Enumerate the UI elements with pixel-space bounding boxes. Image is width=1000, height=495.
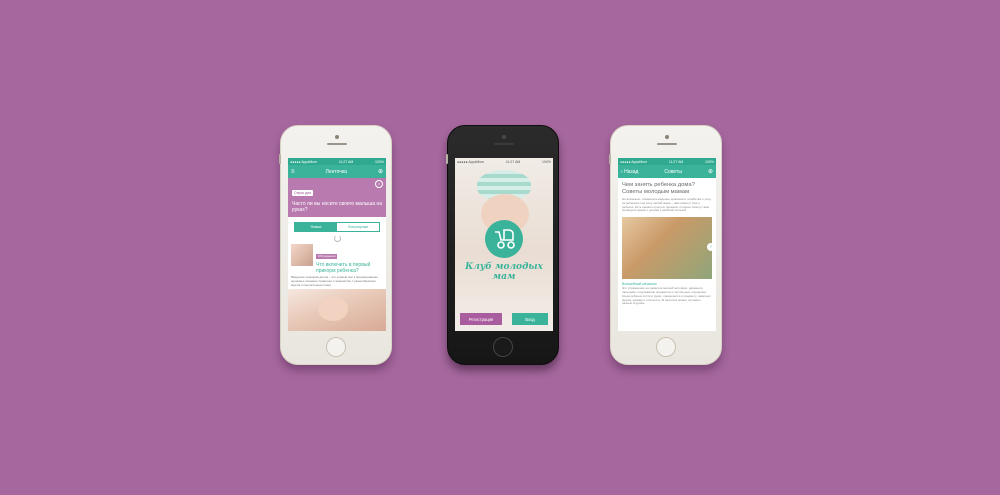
chevron-left-icon: ‹	[621, 168, 623, 175]
article-title[interactable]: Что включить в первый прикорм ребенка?	[316, 262, 383, 274]
time: 11:27 AM	[505, 159, 521, 164]
login-button[interactable]: Вход	[512, 313, 548, 325]
phone-feed: ●●●●● AppsMum 11:27 AM 100% ≡ Ленточка ⊕…	[279, 125, 392, 365]
front-camera	[665, 135, 669, 139]
speaker	[657, 143, 677, 145]
nav-title: Советы	[664, 168, 682, 175]
segmented-control: Новые Популярные	[294, 222, 380, 232]
battery: 100%	[375, 159, 384, 164]
front-camera	[335, 135, 339, 139]
menu-icon[interactable]: ≡	[291, 169, 295, 175]
phone-splash: ●●●●● AppsMum 11:27 AM 100% Клуб молодых…	[446, 125, 559, 365]
article-card[interactable]: Обсуждения Что включить в первый прикорм…	[288, 244, 386, 274]
battery: 100%	[705, 159, 714, 164]
home-button[interactable]	[493, 337, 513, 357]
close-icon[interactable]: ×	[375, 180, 383, 188]
time: 11:27 AM	[338, 159, 354, 164]
app-logo-text: Клуб молодых мам	[455, 262, 553, 282]
register-button[interactable]: Регистрация	[460, 313, 502, 325]
phone-tips: ●●●●● AppsMum 11:27 AM 100% ‹ Назад Сове…	[609, 125, 722, 365]
speaker	[494, 143, 514, 145]
poll-question: Часто ли вы носите своего малыша на рука…	[292, 201, 382, 213]
home-button[interactable]	[326, 337, 346, 357]
nav-bar: ≡ Ленточка ⊕	[288, 165, 386, 178]
logo-line-1: Клуб молодых	[465, 262, 543, 272]
home-button[interactable]	[656, 337, 676, 357]
tab-new[interactable]: Новые	[295, 223, 337, 231]
carrier: ●●●●● AppsMum	[620, 159, 648, 164]
poll-card[interactable]: Опрос дня × Часто ли вы носите своего ма…	[288, 178, 386, 217]
loading-spinner-icon	[333, 235, 341, 242]
article-tag: Обсуждения	[316, 253, 338, 259]
notifications-icon[interactable]: ⊕	[378, 168, 383, 175]
carrier: ●●●●● AppsMum	[290, 159, 318, 164]
children-playing-photo: ›	[622, 217, 715, 280]
status-bar: ●●●●● AppsMum 11:27 AM 100%	[618, 158, 716, 165]
article-intro: Не возможно, совмещать ведение домашнего…	[622, 197, 711, 213]
mother-baby-photo	[288, 289, 386, 331]
notifications-icon[interactable]: ⊕	[708, 168, 713, 175]
tips-screen: ●●●●● AppsMum 11:27 AM 100% ‹ Назад Сове…	[618, 158, 716, 331]
tab-popular[interactable]: Популярные	[337, 223, 379, 231]
article-heading: Чем занять ребенка дома? Советы молодым …	[622, 182, 695, 195]
status-bar: ●●●●● AppsMum 11:27 AM 100%	[455, 158, 553, 165]
article-thumbnail	[291, 244, 313, 266]
nav-title: Ленточка	[325, 168, 347, 175]
chevron-right-icon[interactable]: ›	[707, 243, 715, 252]
speaker	[327, 143, 347, 145]
splash-screen: ●●●●● AppsMum 11:27 AM 100% Клуб молодых…	[455, 158, 553, 331]
front-camera	[502, 135, 506, 139]
auth-buttons: Регистрация Вход	[460, 313, 548, 325]
back-button[interactable]: ‹ Назад	[621, 169, 638, 175]
section-body: Это упражнение на развитие мелкой мотори…	[622, 286, 711, 306]
status-bar: ●●●●● AppsMum 11:27 AM 100%	[288, 158, 386, 165]
carrier: ●●●●● AppsMum	[457, 159, 485, 164]
back-label: Назад	[624, 168, 639, 175]
feed-screen: ●●●●● AppsMum 11:27 AM 100% ≡ Ленточка ⊕…	[288, 158, 386, 331]
logo-line-2: мам	[492, 272, 516, 282]
article-excerpt: Введение прикорма детям – это первый шаг…	[291, 275, 378, 287]
stroller-logo-icon	[485, 220, 523, 258]
battery: 100%	[542, 159, 551, 164]
poll-chip: Опрос дня	[292, 190, 314, 196]
nav-bar: ‹ Назад Советы ⊕	[618, 165, 716, 178]
time: 11:27 AM	[668, 159, 684, 164]
